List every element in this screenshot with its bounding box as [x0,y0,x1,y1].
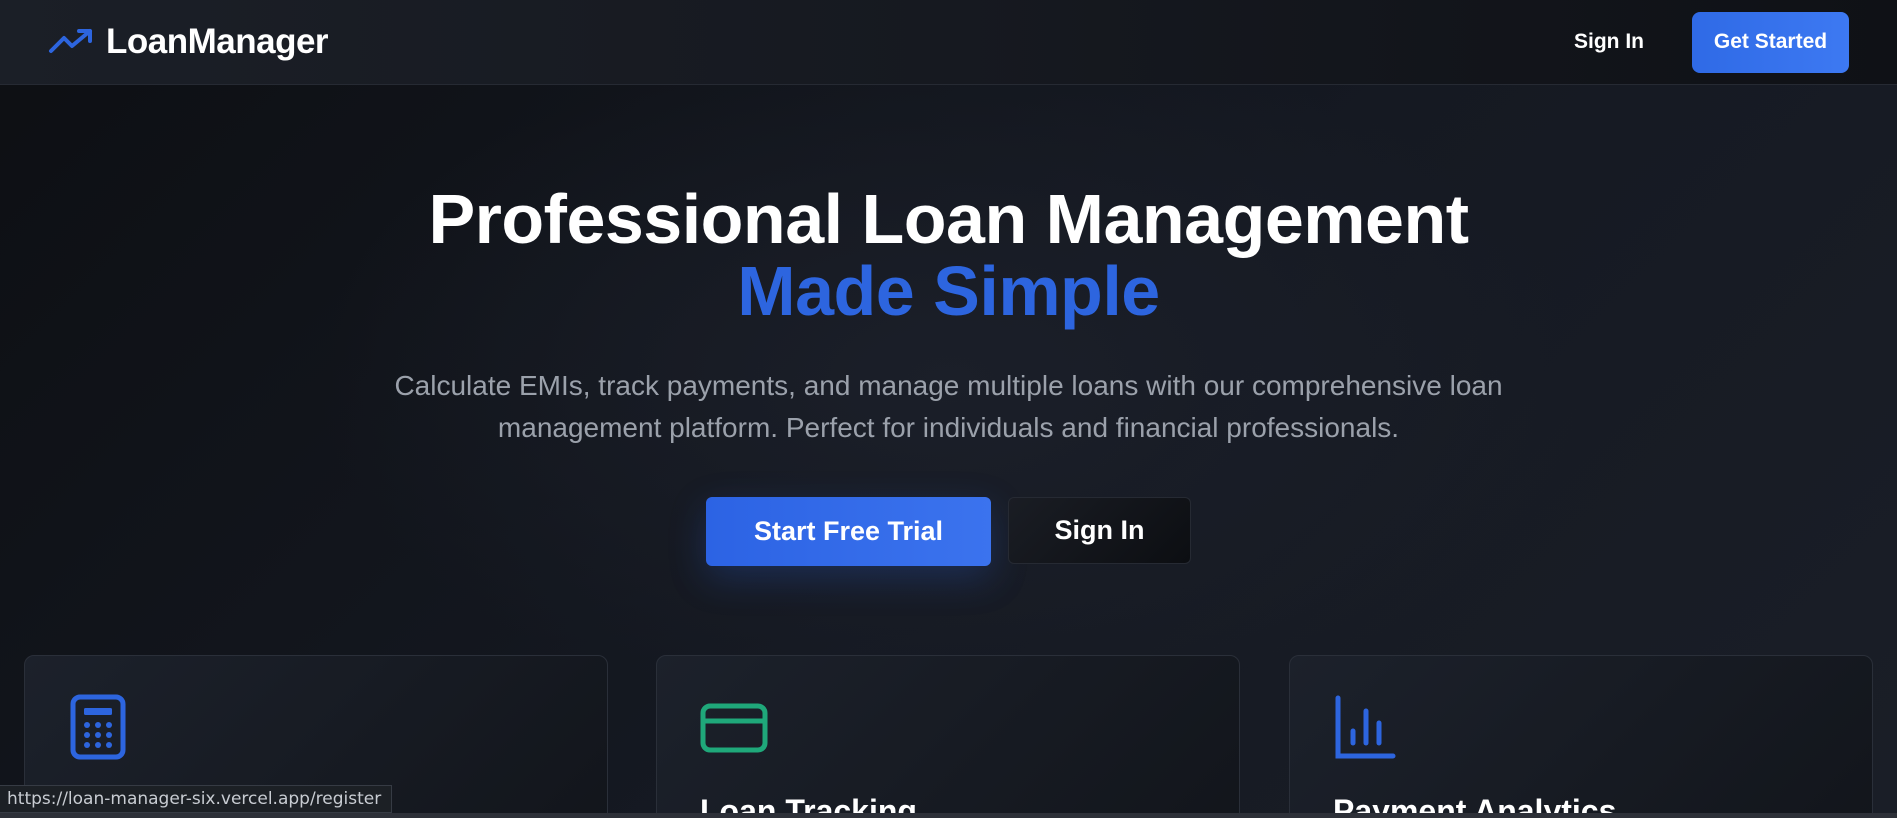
hero-actions: Start Free Trial Sign In [0,497,1897,566]
brand[interactable]: LoanManager [48,22,329,62]
window-bottom-edge [0,813,1897,818]
get-started-button[interactable]: Get Started [1692,11,1849,73]
calculator-icon [70,694,126,760]
hero-section: Professional Loan Management Made Simple… [0,85,1897,566]
hero-sign-in-button[interactable]: Sign In [1008,497,1191,564]
credit-card-icon [700,703,768,753]
nav-actions: Sign In Get Started [1574,11,1849,73]
status-bar-url: https://loan-manager-six.vercel.app/regi… [0,785,393,813]
hero-title: Professional Loan Management [428,180,1469,258]
hero-title-accent: Made Simple [737,252,1160,330]
nav-sign-in-button[interactable]: Sign In [1574,30,1644,54]
trending-up-icon [49,29,92,53]
feature-card-payment-analytics: Payment Analytics [1289,655,1873,818]
brand-name: LoanManager [106,22,329,61]
top-navbar: LoanManager Sign In Get Started [0,0,1897,85]
feature-card-loan-tracking: Loan Tracking [656,655,1240,818]
start-free-trial-button[interactable]: Start Free Trial [706,497,991,566]
bar-chart-icon [1335,695,1396,759]
hero-subtitle: Calculate EMIs, track payments, and mana… [394,370,1503,443]
